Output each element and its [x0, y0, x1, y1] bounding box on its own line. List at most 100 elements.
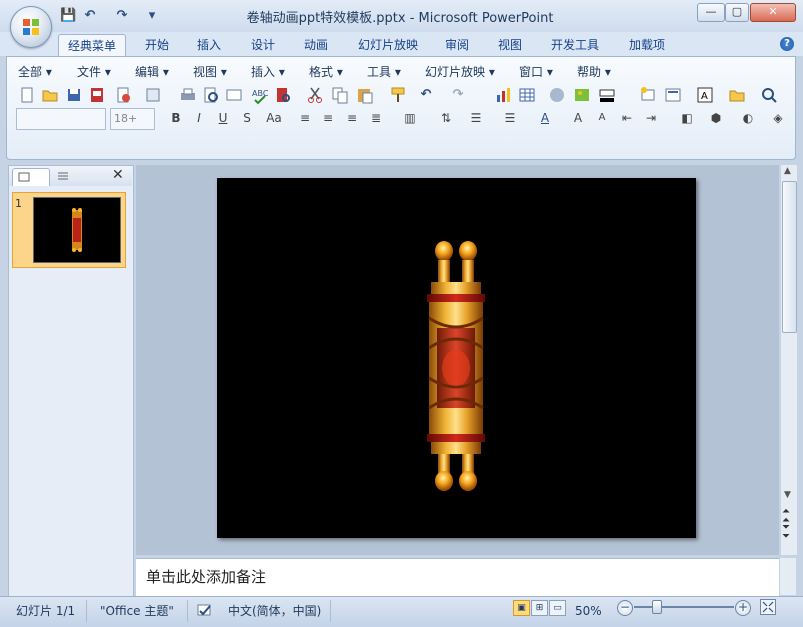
tab-insert[interactable]: 插入	[188, 34, 230, 56]
tab-animation[interactable]: 动画	[295, 34, 337, 56]
shapes-icon[interactable]: ◧	[677, 108, 697, 128]
align-right-icon[interactable]: ≡	[342, 108, 362, 128]
underline-icon[interactable]: U	[213, 108, 233, 128]
print-preview-icon[interactable]	[201, 85, 221, 105]
permission-icon[interactable]	[113, 85, 133, 105]
open-folder-icon[interactable]	[40, 85, 60, 105]
bold-icon[interactable]: B	[166, 108, 186, 128]
spell-check-icon[interactable]	[196, 603, 214, 619]
scroll-down-icon[interactable]: ▼	[784, 490, 791, 500]
close-button[interactable]: ✕	[750, 3, 796, 22]
increase-indent-icon[interactable]: ⇥	[641, 108, 661, 128]
zoom-slider-thumb[interactable]	[652, 600, 662, 614]
slide-canvas[interactable]	[217, 178, 696, 538]
research-icon[interactable]	[273, 85, 293, 105]
tab-view[interactable]: 视图	[489, 34, 531, 56]
fit-to-window-icon[interactable]	[760, 599, 776, 615]
vertical-scroll-thumb[interactable]	[782, 181, 797, 333]
tab-home[interactable]: 开始	[136, 34, 178, 56]
bullets-icon[interactable]: ☰	[500, 108, 520, 128]
insert-table-icon[interactable]	[517, 85, 537, 105]
arrange-icon[interactable]: ⬢	[706, 108, 726, 128]
font-name-combo[interactable]	[16, 108, 106, 130]
save-icon[interactable]	[64, 85, 84, 105]
shadow-icon[interactable]: S	[237, 108, 257, 128]
grow-font-icon[interactable]: A	[568, 108, 588, 128]
numbering-icon[interactable]: ☰	[466, 108, 486, 128]
align-center-icon[interactable]: ≡	[318, 108, 338, 128]
italic-icon[interactable]: I	[189, 108, 209, 128]
menu-file[interactable]: 文件 ▾	[77, 64, 111, 80]
shape-fill-icon[interactable]: ◈	[768, 108, 788, 128]
open-folder-icon[interactable]	[727, 85, 747, 105]
clipart-icon[interactable]	[547, 85, 567, 105]
columns-icon[interactable]: ▥	[400, 108, 420, 128]
insert-chart-icon[interactable]	[494, 85, 514, 105]
maximize-button[interactable]: ▢	[725, 3, 749, 22]
tab-developer[interactable]: 开发工具	[542, 34, 608, 56]
print-icon[interactable]	[178, 85, 198, 105]
spelling-icon[interactable]: ABC	[250, 85, 270, 105]
attach-icon[interactable]	[143, 85, 163, 105]
find-icon[interactable]	[759, 85, 779, 105]
help-icon[interactable]: ?	[780, 37, 794, 51]
text-direction-icon[interactable]: ⇅	[436, 108, 456, 128]
tab-design[interactable]: 设计	[242, 34, 284, 56]
tab-review[interactable]: 审阅	[436, 34, 478, 56]
new-document-icon[interactable]	[17, 85, 37, 105]
text-box-icon[interactable]: A	[695, 85, 715, 105]
align-left-icon[interactable]: ≡	[295, 108, 315, 128]
zoom-slider[interactable]	[634, 606, 734, 608]
undo-icon[interactable]: ↶	[416, 85, 436, 105]
font-color-icon[interactable]: A	[535, 108, 555, 128]
menu-tools[interactable]: 工具 ▾	[367, 64, 401, 80]
scroll-up-icon[interactable]: ▲	[784, 166, 791, 176]
menu-edit[interactable]: 编辑 ▾	[135, 64, 169, 80]
tab-classic-menu[interactable]: 经典菜单	[58, 34, 126, 57]
tab-slides[interactable]	[12, 168, 50, 186]
menu-insert[interactable]: 插入 ▾	[251, 64, 285, 80]
save-icon[interactable]: 💾	[60, 7, 76, 25]
customize-quick-access-icon[interactable]: ▾	[146, 7, 158, 25]
format-painter-icon[interactable]	[388, 85, 408, 105]
zoom-level[interactable]: 50%	[575, 603, 602, 619]
menu-help[interactable]: 帮助 ▾	[577, 64, 611, 80]
cut-icon[interactable]	[305, 85, 325, 105]
font-size-combo[interactable]: 18+	[110, 108, 155, 130]
shrink-font-icon[interactable]: A	[592, 108, 612, 128]
tab-outline[interactable]	[50, 168, 94, 185]
layout-icon[interactable]	[663, 85, 683, 105]
slideshow-view-icon[interactable]: ▭	[549, 600, 566, 616]
tab-slideshow[interactable]: 幻灯片放映	[350, 34, 426, 56]
notes-placeholder[interactable]: 单击此处添加备注	[146, 566, 266, 587]
zoom-out-button[interactable]: −	[617, 600, 633, 616]
menu-slideshow[interactable]: 幻灯片放映 ▾	[425, 64, 495, 80]
notes-scrollbar[interactable]	[780, 558, 796, 595]
language-indicator[interactable]: 中文(简体，中国)	[228, 603, 321, 619]
zoom-in-button[interactable]: +	[735, 600, 751, 616]
paste-icon[interactable]	[355, 85, 375, 105]
next-slide-icon[interactable]: ⏷ ⏷	[782, 523, 790, 542]
save-as-pdf-icon[interactable]	[87, 85, 107, 105]
decrease-indent-icon[interactable]: ⇤	[617, 108, 637, 128]
new-slide-icon[interactable]	[638, 85, 658, 105]
office-button[interactable]	[10, 6, 52, 48]
menu-all[interactable]: 全部 ▾	[18, 64, 52, 80]
menu-format[interactable]: 格式 ▾	[309, 64, 343, 80]
close-pane-icon[interactable]: ✕	[112, 167, 124, 183]
page-setup-icon[interactable]	[224, 85, 244, 105]
quick-styles-icon[interactable]: ◐	[738, 108, 758, 128]
slide-sorter-icon[interactable]: ⊞	[531, 600, 548, 616]
minimize-button[interactable]: —	[697, 3, 725, 22]
redo-icon[interactable]: ↷	[448, 85, 468, 105]
fill-color-icon[interactable]	[597, 85, 617, 105]
menu-window[interactable]: 窗口 ▾	[519, 64, 553, 80]
slide-thumbnail[interactable]	[33, 197, 121, 263]
change-case-icon[interactable]: Aa	[261, 108, 287, 128]
copy-icon[interactable]	[330, 85, 350, 105]
normal-view-icon[interactable]: ▣	[513, 600, 530, 616]
undo-icon[interactable]: ↶	[82, 7, 98, 25]
menu-view[interactable]: 视图 ▾	[193, 64, 227, 80]
insert-picture-icon[interactable]	[572, 85, 592, 105]
tab-addins[interactable]: 加载项	[620, 34, 674, 56]
